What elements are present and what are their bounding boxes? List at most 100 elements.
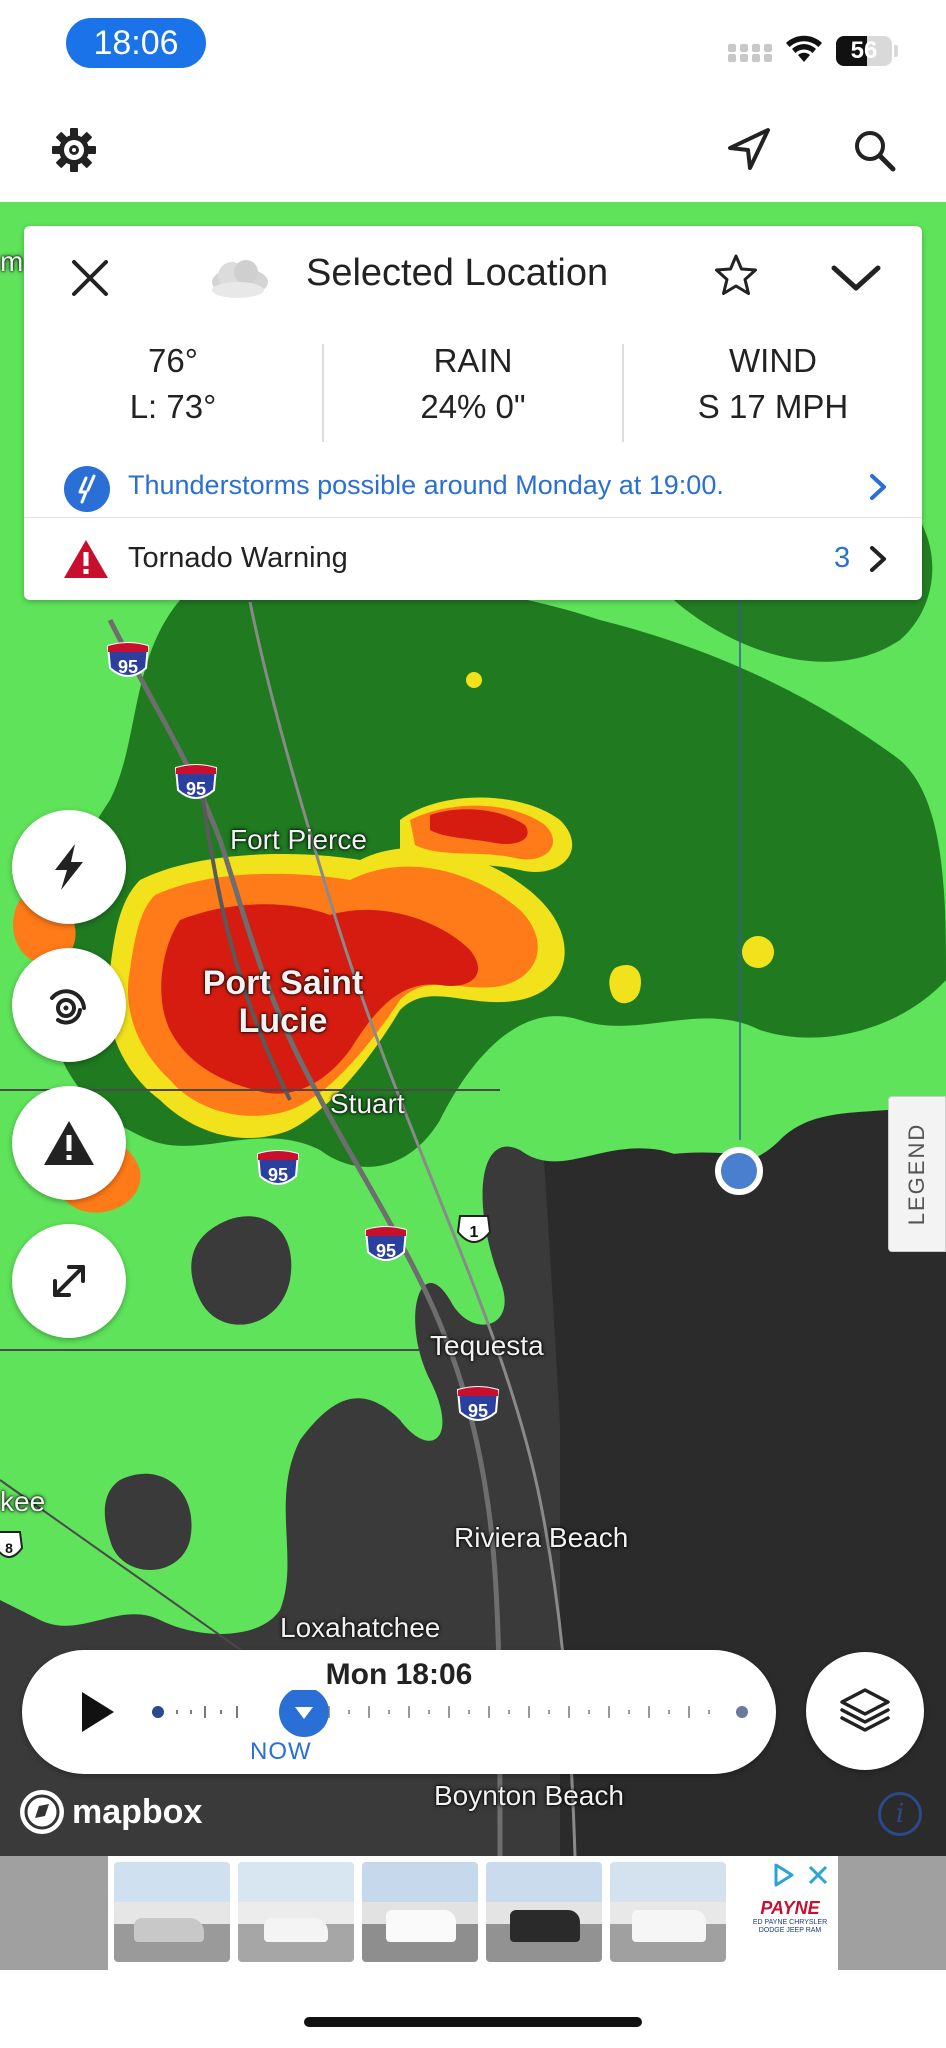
- ad-photo-2: [238, 1862, 354, 1962]
- map-label-psl-line2: Lucie: [238, 1002, 328, 1040]
- current-location-button[interactable]: [718, 120, 778, 180]
- interstate-95-shield: 95: [456, 1386, 500, 1421]
- warning-text: Tornado Warning: [128, 542, 348, 574]
- forecast-row[interactable]: Thunderstorms possible around Monday at …: [24, 456, 922, 518]
- battery-tip: [894, 45, 898, 57]
- ad-photo-1: [114, 1862, 230, 1962]
- wifi-icon: [786, 35, 822, 62]
- map-label-kee: kee: [0, 1486, 46, 1517]
- temp-low: L: 73°: [129, 388, 217, 425]
- card-header: Selected Location: [24, 226, 922, 326]
- lightning-button[interactable]: [12, 810, 126, 924]
- shield-number: 95: [468, 1401, 488, 1421]
- battery-percent: 56: [850, 37, 878, 64]
- ad-banner: PAYNE ED PAYNE CHRYSLER DODGE JEEP RAM: [0, 1856, 946, 1970]
- mapbox-logo-icon: [20, 1790, 64, 1834]
- interstate-95-shield: 95: [174, 764, 218, 799]
- search-button[interactable]: [844, 120, 904, 180]
- card-title: Selected Location: [306, 252, 609, 294]
- home-indicator[interactable]: [304, 2017, 642, 2027]
- map-label-loxahatchee: Loxahatchee: [280, 1612, 441, 1643]
- map-label-tequesta: Tequesta: [430, 1330, 544, 1361]
- shield-number: 95: [376, 1241, 396, 1261]
- map-label-stuart: Stuart: [330, 1088, 405, 1119]
- us-8-shield: 8: [0, 1531, 24, 1558]
- battery-icon: 56: [836, 36, 892, 66]
- rain-stat: RAIN 24% 0": [324, 338, 622, 448]
- tropical-button[interactable]: [12, 948, 126, 1062]
- cloud-icon: [212, 260, 268, 298]
- legend-tab[interactable]: LEGEND: [888, 1096, 946, 1252]
- forecast-text: Thunderstorms possible around Monday at …: [128, 470, 724, 500]
- map-label-riviera-beach: Riviera Beach: [454, 1522, 629, 1553]
- favorite-button[interactable]: [710, 250, 762, 302]
- search-icon: [855, 131, 896, 172]
- location-marker[interactable]: [715, 1147, 763, 1195]
- wind-stat: WIND S 17 MPH: [624, 338, 922, 448]
- interstate-95-shield: 95: [106, 642, 150, 677]
- alerts-button[interactable]: [12, 1086, 126, 1200]
- card-stats: 76° L: 73° RAIN 24% 0" WIND S 17 MPH: [24, 338, 922, 448]
- tornado-warning-row[interactable]: Tornado Warning 3: [24, 518, 922, 600]
- ad-brand-subtitle: ED PAYNE CHRYSLER DODGE JEEP RAM: [752, 1919, 828, 1934]
- expand-icon: [53, 1265, 85, 1297]
- wind-label: WIND: [729, 342, 817, 379]
- cellular-signal-icon-row: [728, 54, 772, 62]
- top-toolbar: [0, 96, 946, 202]
- timeline-track[interactable]: [142, 1690, 762, 1740]
- close-icon: [72, 260, 108, 296]
- shield-number: 8: [5, 1540, 13, 1556]
- adchoices-icon[interactable]: [770, 1862, 834, 1888]
- mapbox-attribution[interactable]: mapbox: [20, 1790, 202, 1834]
- rain-label: RAIN: [433, 342, 513, 379]
- storm-alert-icon: [64, 466, 110, 512]
- ad-photo-3: [362, 1862, 478, 1962]
- collapse-card-button[interactable]: [828, 252, 884, 304]
- interstate-95-shield: 95: [364, 1226, 408, 1261]
- close-button[interactable]: [66, 254, 114, 302]
- hurricane-icon: [50, 989, 86, 1025]
- rain-value: 24% 0": [420, 388, 526, 425]
- legend-label: LEGEND: [904, 1122, 929, 1226]
- selected-location-card: Selected Location 76° L: 73° RAIN 24% 0"…: [24, 226, 922, 600]
- play-button[interactable]: [72, 1688, 120, 1736]
- lightning-icon: [55, 844, 83, 890]
- shield-number: 1: [470, 1224, 479, 1241]
- warning-triangle-icon: [64, 540, 108, 578]
- chevron-down-icon: [831, 265, 881, 291]
- radar-timeline[interactable]: Mon 18:06 NOW: [22, 1650, 776, 1774]
- temperature-stat: 76° L: 73°: [24, 338, 322, 448]
- us-1-shield: 1: [456, 1215, 492, 1243]
- cellular-signal-icon: [728, 44, 772, 52]
- ad-brand-logo: PAYNE ED PAYNE CHRYSLER DODGE JEEP RAM: [740, 1898, 840, 1935]
- settings-button[interactable]: [44, 120, 104, 180]
- warning-icon: [44, 1121, 94, 1165]
- map-layers-button[interactable]: [806, 1652, 924, 1770]
- ad-brand-name: PAYNE: [760, 1898, 820, 1918]
- layers-icon: [840, 1688, 890, 1732]
- temp-high: 76°: [148, 342, 198, 379]
- shield-number: 95: [186, 779, 206, 799]
- map-label-fort-pierce: Fort Pierce: [230, 824, 367, 855]
- chevron-right-icon: [870, 546, 886, 572]
- mapbox-wordmark: mapbox: [72, 1792, 203, 1831]
- status-time[interactable]: 18:06: [66, 18, 206, 68]
- ad-content[interactable]: PAYNE ED PAYNE CHRYSLER DODGE JEEP RAM: [108, 1856, 838, 1970]
- timeline-timestamp: Mon 18:06: [325, 1658, 473, 1691]
- star-icon: [715, 254, 757, 295]
- map-label-boynton-beach: Boynton Beach: [434, 1780, 624, 1811]
- status-bar: 18:06 56: [0, 0, 946, 96]
- ad-photo-5: [610, 1862, 726, 1962]
- map-label-port-saint-lucie: Port Saint Lucie: [190, 964, 376, 1040]
- expand-map-button[interactable]: [12, 1224, 126, 1338]
- ad-photo-4: [486, 1862, 602, 1962]
- chevron-right-icon: [870, 474, 886, 500]
- map-label-psl-line1: Port Saint: [202, 964, 364, 1002]
- warning-count: 3: [834, 542, 851, 574]
- now-label: NOW: [250, 1738, 312, 1765]
- info-button[interactable]: i: [878, 1792, 922, 1836]
- navigation-arrow-icon: [728, 128, 770, 170]
- shield-number: 95: [268, 1165, 288, 1185]
- play-icon: [82, 1692, 114, 1732]
- shield-number: 95: [118, 657, 138, 677]
